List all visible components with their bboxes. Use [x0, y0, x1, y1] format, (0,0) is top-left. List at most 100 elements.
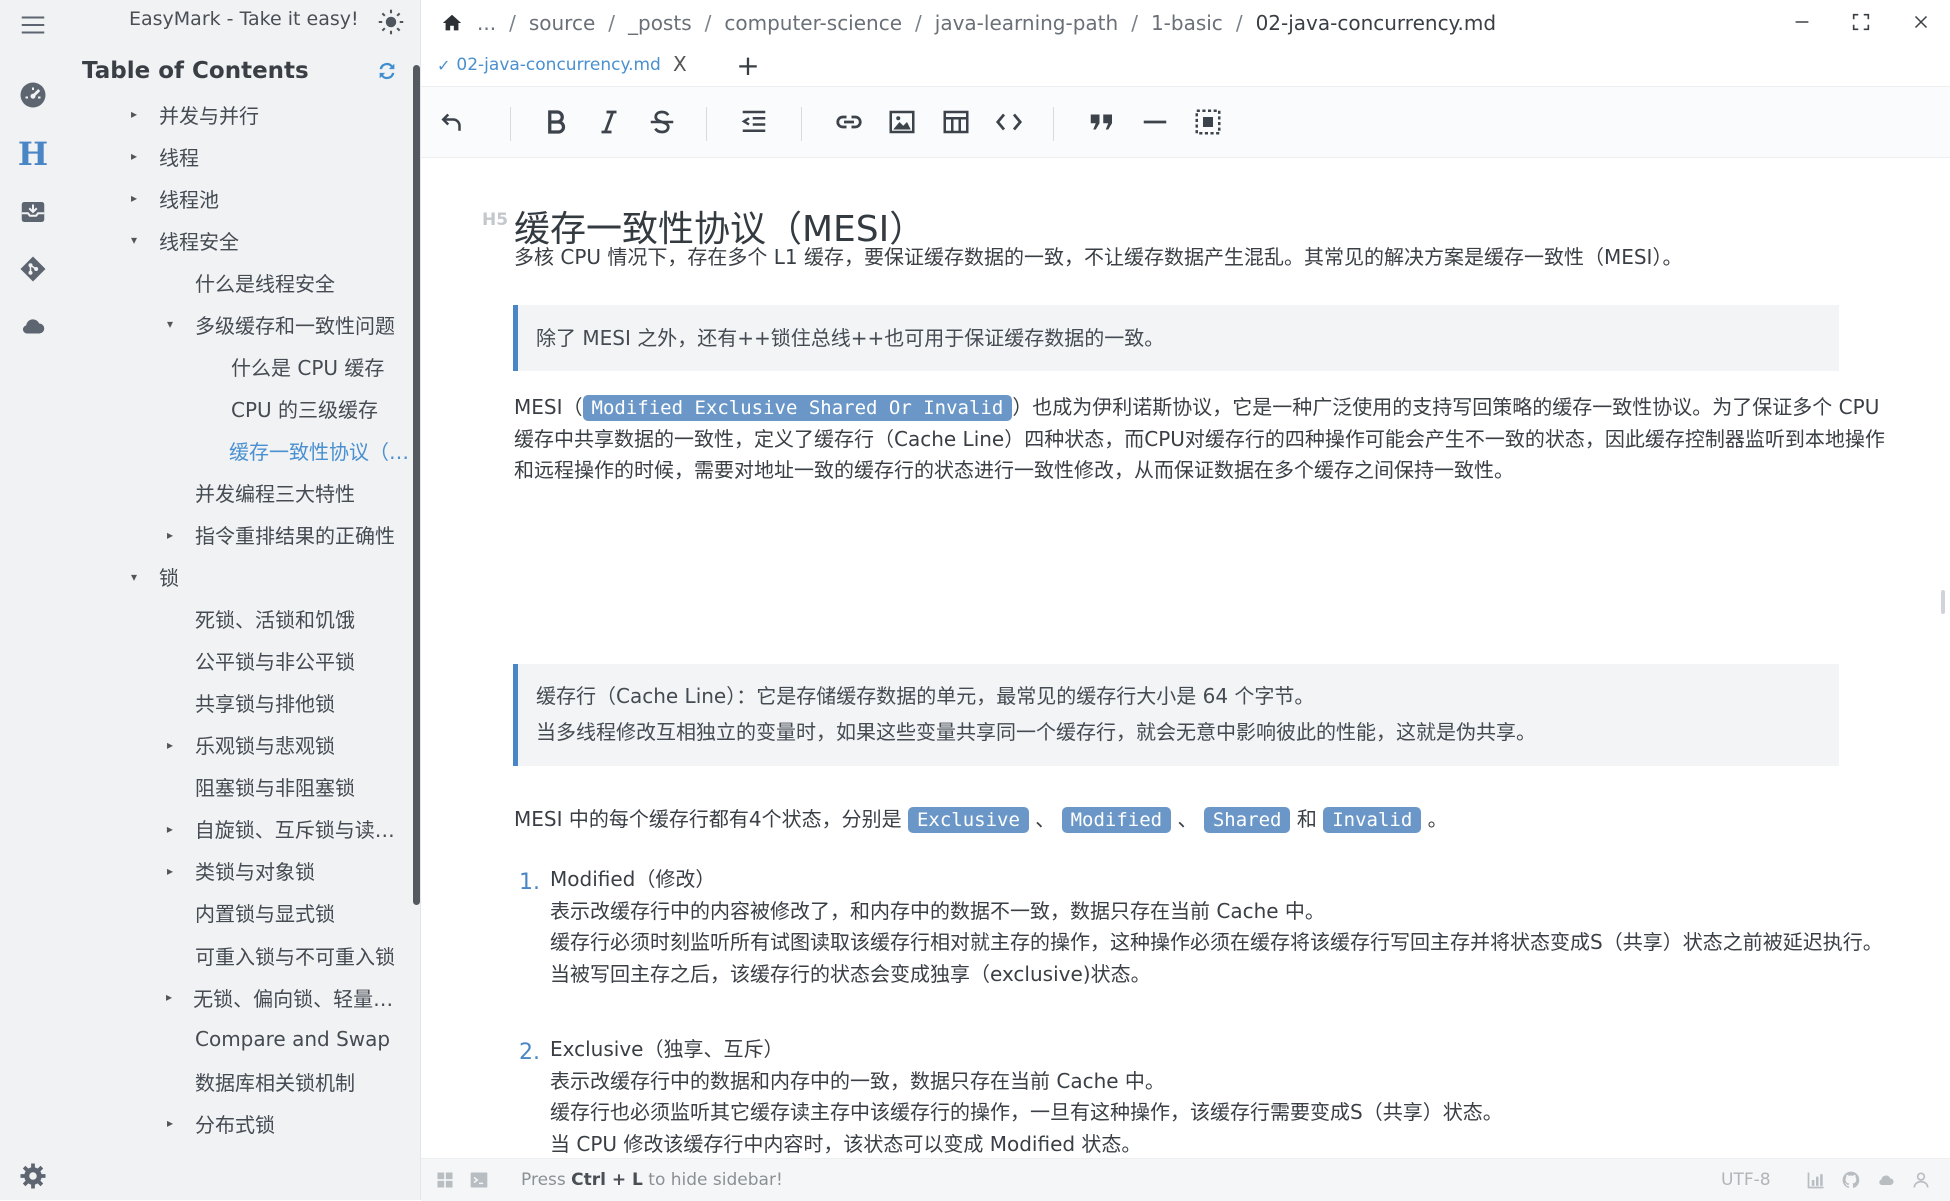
toc-item[interactable]: ▸ 指令重排结果的正确性	[67, 518, 412, 552]
grid-icon[interactable]	[435, 1170, 455, 1190]
quote-icon[interactable]	[1083, 103, 1121, 141]
breadcrumb-posts[interactable]: _posts	[628, 11, 692, 35]
breadcrumb-1-basic[interactable]: 1-basic	[1151, 11, 1223, 35]
sun-icon[interactable]	[377, 8, 405, 36]
outdent-icon[interactable]	[735, 103, 773, 141]
toc-item[interactable]: ▸ 线程	[67, 139, 412, 173]
image-icon[interactable]	[883, 103, 921, 141]
horizontal-rule-icon[interactable]	[1136, 103, 1174, 141]
user-icon[interactable]	[1911, 1170, 1931, 1190]
toc-item-label: 分布式锁	[195, 1112, 275, 1137]
toc-item[interactable]: 什么是 CPU 缓存	[67, 349, 412, 383]
tab-02-java-concurrency[interactable]: ✓ 02-java-concurrency.md X	[421, 44, 711, 88]
chevron-right-icon[interactable]: ▸	[123, 149, 145, 163]
app-title: EasyMark - Take it easy!	[129, 8, 359, 30]
toc-item-label: CPU 的三级缓存	[231, 397, 379, 422]
breadcrumb-current-file[interactable]: 02-java-concurrency.md	[1256, 11, 1497, 35]
document-content[interactable]: H5 缓存一致性协议（MESI） 多核 CPU 情况下，存在多个 L1 缓存，要…	[421, 156, 1950, 1156]
italic-icon[interactable]	[590, 103, 628, 141]
toc-item[interactable]: 数据库相关锁机制	[67, 1064, 412, 1098]
toc-item[interactable]: ▸ 乐观锁与悲观锁	[67, 728, 412, 762]
paragraph-mesi: MESI（ Modified Exclusive Shared Or Invali…	[514, 395, 1885, 482]
sidebar-scrollbar[interactable]	[413, 65, 420, 905]
stats-icon[interactable]	[1806, 1170, 1826, 1190]
cloud-icon[interactable]	[14, 307, 52, 345]
toc-item[interactable]: ▾ 多级缓存和一致性问题	[67, 307, 412, 341]
toc-item[interactable]: 阻塞锁与非阻塞锁	[67, 770, 412, 804]
document-scrollbar[interactable]	[1941, 590, 1945, 614]
toc-item-label: 线程安全	[159, 229, 239, 254]
git-icon[interactable]	[14, 250, 52, 288]
tab-close-button[interactable]: X	[673, 52, 687, 76]
chevron-right-icon[interactable]: ▸	[159, 1116, 181, 1130]
breadcrumb-source[interactable]: source	[529, 11, 595, 35]
chevron-down-icon[interactable]: ▾	[123, 570, 145, 584]
toc-item[interactable]: ▾ 锁	[67, 560, 412, 594]
menu-icon[interactable]	[14, 6, 52, 44]
toc-item[interactable]: ▸ 自旋锁、互斥锁与读写锁	[67, 812, 412, 846]
toc-item[interactable]: 共享锁与排他锁	[67, 686, 412, 720]
toc-item[interactable]: ▾ 线程安全	[67, 223, 412, 257]
link-icon[interactable]	[830, 103, 868, 141]
formatting-toolbar	[421, 86, 1950, 158]
status-bar: Press Ctrl + L to hide sidebar! UTF-8	[421, 1158, 1950, 1201]
cloud-sync-icon[interactable]	[1876, 1170, 1896, 1190]
chevron-right-icon[interactable]: ▸	[159, 864, 181, 878]
breadcrumb-java-learning-path[interactable]: java-learning-path	[935, 11, 1118, 35]
bold-icon[interactable]	[537, 103, 575, 141]
dashboard-icon[interactable]	[14, 76, 52, 114]
terminal-icon[interactable]	[469, 1170, 489, 1190]
toc-item[interactable]: ▸ 无锁、偏向锁、轻量级锁...	[67, 980, 412, 1014]
strikethrough-icon[interactable]	[643, 103, 681, 141]
toc-item[interactable]: 公平锁与非公平锁	[67, 644, 412, 678]
breadcrumb-computer-science[interactable]: computer-science	[724, 11, 902, 35]
toc-item[interactable]: ▸ 分布式锁	[67, 1106, 412, 1140]
chevron-right-icon[interactable]: ▸	[159, 528, 181, 542]
chevron-right-icon[interactable]: ▸	[123, 191, 145, 205]
toc-item[interactable]: 内置锁与显式锁	[67, 896, 412, 930]
chevron-down-icon[interactable]: ▾	[123, 233, 145, 247]
heading-level-marker: H5	[482, 210, 509, 230]
github-icon[interactable]	[1841, 1170, 1861, 1190]
blockquote-line-2: 当多线程修改互相独立的变量时，如果这些变量共享同一个缓存行，就会无意中影响彼此的…	[536, 720, 1536, 744]
toc-item[interactable]: 缓存一致性协议（MES...	[67, 433, 412, 467]
toc-item[interactable]: CPU 的三级缓存	[67, 391, 412, 425]
editor-main: ... / source / _posts / computer-science…	[421, 0, 1950, 1201]
inbox-icon[interactable]	[14, 193, 52, 231]
heading-icon[interactable]: H	[14, 135, 52, 173]
code-icon[interactable]	[990, 103, 1028, 141]
refresh-icon[interactable]	[376, 60, 398, 82]
chevron-down-icon[interactable]: ▾	[159, 317, 181, 331]
chevron-right-icon[interactable]: ▸	[159, 822, 181, 836]
toc-item[interactable]: ▸ 类锁与对象锁	[67, 854, 412, 888]
select-all-icon[interactable]	[1189, 103, 1227, 141]
toc-item[interactable]: ▸ 线程池	[67, 181, 412, 215]
home-icon[interactable]	[441, 12, 463, 34]
settings-icon[interactable]	[14, 1157, 52, 1195]
toc-item[interactable]: 并发编程三大特性	[67, 475, 412, 509]
toc-item-label: 阻塞锁与非阻塞锁	[195, 776, 355, 801]
add-tab-button[interactable]: +	[731, 48, 765, 82]
toc-item-label: 公平锁与非公平锁	[195, 650, 355, 675]
toc-item[interactable]: 死锁、活锁和饥饿	[67, 602, 412, 636]
toc-item[interactable]: ▸ 并发与并行	[67, 97, 412, 131]
activity-bar: H	[0, 0, 67, 1200]
undo-icon[interactable]	[433, 103, 471, 141]
toc-item[interactable]: 可重入锁与不可重入锁	[67, 938, 412, 972]
maximize-icon[interactable]	[1846, 8, 1876, 36]
blockquote-bus-lock: 除了 MESI 之外，还有++锁住总线++也可用于保证缓存数据的一致。	[513, 305, 1839, 371]
table-icon[interactable]	[937, 103, 975, 141]
chevron-right-icon[interactable]: ▸	[123, 107, 145, 121]
toc-item-label: Compare and Swap	[195, 1027, 391, 1052]
toc-item-label: 类锁与对象锁	[195, 860, 315, 885]
toc-item[interactable]: Compare and Swap	[67, 1022, 412, 1056]
list-item-modified: Modified（修改） 表示改缓存行中的内容被修改了，和内存中的数据不一致，数…	[550, 864, 1890, 990]
breadcrumb-ellipsis[interactable]: ...	[477, 11, 496, 35]
toc-item[interactable]: 什么是线程安全	[67, 265, 412, 299]
toc-item-label: 什么是线程安全	[195, 271, 335, 296]
minimize-icon[interactable]	[1787, 8, 1817, 36]
chevron-right-icon[interactable]: ▸	[159, 990, 179, 1004]
close-window-icon[interactable]	[1906, 8, 1936, 36]
encoding-indicator[interactable]: UTF-8	[1721, 1170, 1771, 1190]
chevron-right-icon[interactable]: ▸	[159, 738, 181, 752]
